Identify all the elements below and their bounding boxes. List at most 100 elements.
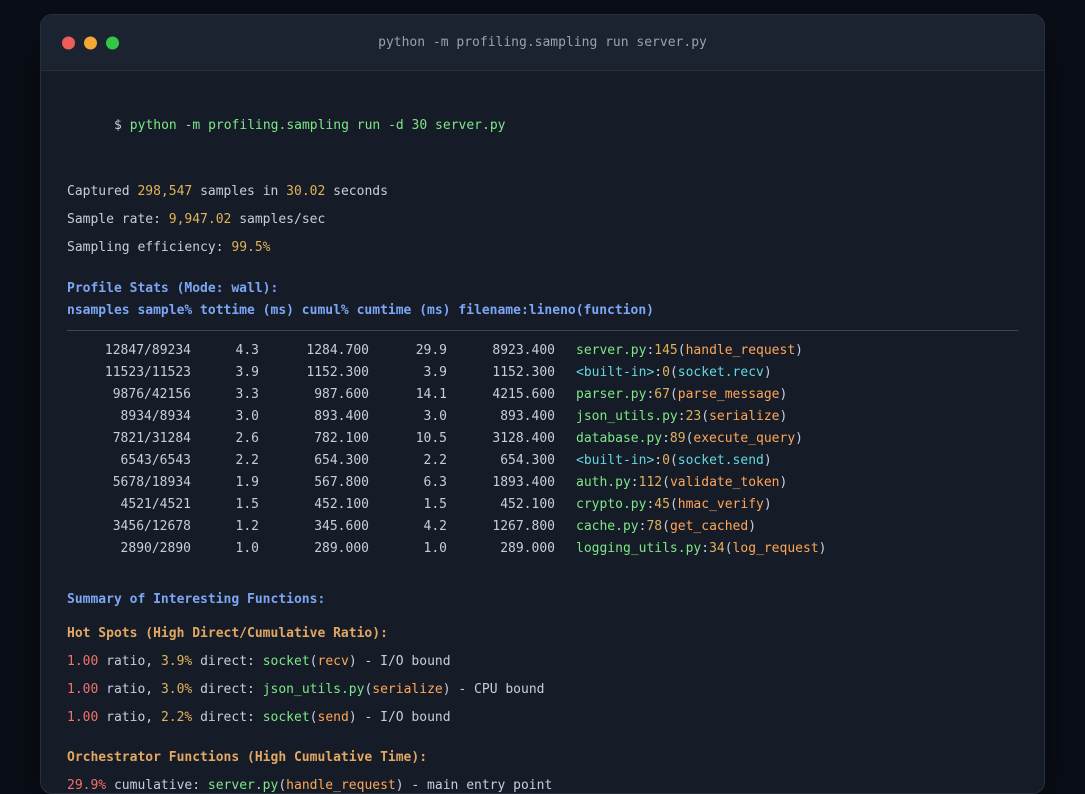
text-segment: send xyxy=(317,710,349,725)
cell-tottime: 1284.700 xyxy=(306,343,369,358)
cell-location: database.py:89(execute_query) xyxy=(576,431,803,446)
stats-divider xyxy=(67,330,1018,331)
close-button[interactable] xyxy=(62,36,75,49)
cell-tottime: 987.600 xyxy=(314,387,369,402)
text-segment: ( xyxy=(309,710,318,725)
text-segment: ( xyxy=(309,654,318,669)
cell-cumtime: 289.000 xyxy=(500,541,555,556)
text-segment: samples in xyxy=(192,184,287,199)
hot-spots-title: Hot Spots (High Direct/Cumulative Ratio)… xyxy=(67,626,388,641)
table-row: 8934/8934 3.0 893.400 3.0 893.400 json_u… xyxy=(67,406,1018,428)
cell-tottime: 345.600 xyxy=(314,519,369,534)
location-function: log_request xyxy=(732,541,819,556)
text-segment: 2.2% xyxy=(160,710,193,725)
cell-cumul-pct: 6.3 xyxy=(423,475,447,490)
text-segment: serialize xyxy=(372,682,443,697)
minimize-button[interactable] xyxy=(84,36,97,49)
cell-cumul-pct: 1.0 xyxy=(423,541,447,556)
text-segment: 1.00 xyxy=(67,682,99,697)
cell-sample-pct: 3.3 xyxy=(235,387,259,402)
location-file: crypto.py xyxy=(576,497,647,512)
cell-tottime: 654.300 xyxy=(314,453,369,468)
stats-section-title: Profile Stats (Mode: wall): xyxy=(67,281,279,296)
text-segment: ) - CPU bound xyxy=(442,682,545,697)
text-segment: ratio, xyxy=(98,654,161,669)
location-function: serialize xyxy=(709,409,780,424)
text-segment: socket xyxy=(262,654,310,669)
location-lineno: 67 xyxy=(654,387,670,402)
command-line: $ python -m profiling.sampling run -d 30 … xyxy=(67,84,1018,168)
text-segment: 3.0% xyxy=(160,682,193,697)
location-lineno: 89 xyxy=(669,431,686,446)
cell-cumtime: 654.300 xyxy=(500,453,555,468)
text-segment: 3.9% xyxy=(160,654,193,669)
cell-sample-pct: 4.3 xyxy=(235,343,259,358)
cell-location: <built-in>:0(socket.send) xyxy=(576,453,772,468)
orchestrators-title: Orchestrator Functions (High Cumulative … xyxy=(67,750,428,765)
terminal-body[interactable]: $ python -m profiling.sampling run -d 30 … xyxy=(41,71,1044,793)
info-line: Sampling efficiency: 99.5% xyxy=(67,234,1018,262)
orchestrator-line: 29.9% cumulative: server.py(handle_reque… xyxy=(67,772,1018,793)
hot-spot-line: 1.00 ratio, 3.0% direct: json_utils.py(s… xyxy=(67,676,1018,704)
text-segment: 30.02 xyxy=(286,184,326,199)
cell-cumtime: 1152.300 xyxy=(492,365,555,380)
cell-cumtime: 1893.400 xyxy=(492,475,555,490)
location-function: execute_query xyxy=(693,431,796,446)
cell-sample-pct: 1.9 xyxy=(235,475,259,490)
cell-location: <built-in>:0(socket.recv) xyxy=(576,365,772,380)
cell-cumul-pct: 14.1 xyxy=(415,387,447,402)
cell-sample-pct: 2.6 xyxy=(235,431,259,446)
cell-cumtime: 8923.400 xyxy=(492,343,555,358)
location-file: cache.py xyxy=(576,519,639,534)
text-segment: 9,947.02 xyxy=(168,212,232,227)
cell-nsamples: 9876/42156 xyxy=(112,387,191,402)
cell-tottime: 452.100 xyxy=(314,497,369,512)
text-segment: 1.00 xyxy=(67,654,99,669)
cell-nsamples: 12847/89234 xyxy=(104,343,191,358)
cell-location: logging_utils.py:34(log_request) xyxy=(576,541,827,556)
text-segment: Captured xyxy=(67,184,138,199)
text-segment: Sample rate: xyxy=(67,212,169,227)
table-row: 9876/42156 3.3 987.600 14.1 4215.600 par… xyxy=(67,384,1018,406)
capture-info: Captured 298,547 samples in 30.02 second… xyxy=(67,178,1018,262)
cell-sample-pct: 3.9 xyxy=(235,365,259,380)
text-segment: socket xyxy=(262,710,310,725)
location-lineno: 45 xyxy=(654,497,670,512)
stats-columns-header: nsamples sample% tottime (ms) cumul% cum… xyxy=(67,303,654,318)
text-segment: recv xyxy=(317,654,349,669)
cell-tottime: 1152.300 xyxy=(306,365,369,380)
location-file: <built-in> xyxy=(576,453,655,468)
table-row: 7821/31284 2.6 782.100 10.5 3128.400 dat… xyxy=(67,428,1018,450)
cell-location: server.py:145(handle_request) xyxy=(576,343,803,358)
text-segment: direct: xyxy=(192,710,263,725)
cell-cumtime: 452.100 xyxy=(500,497,555,512)
cell-location: cache.py:78(get_cached) xyxy=(576,519,757,534)
cell-location: crypto.py:45(hmac_verify) xyxy=(576,497,772,512)
orchestrators-list: 29.9% cumulative: server.py(handle_reque… xyxy=(67,772,1018,793)
location-file: database.py xyxy=(576,431,663,446)
info-line: Captured 298,547 samples in 30.02 second… xyxy=(67,178,1018,206)
text-segment: 1.00 xyxy=(67,710,99,725)
text-segment: 29.9% xyxy=(67,778,107,793)
cell-nsamples: 11523/11523 xyxy=(104,365,191,380)
text-segment: ( xyxy=(278,778,287,793)
window-title: python -m profiling.sampling run server.… xyxy=(378,35,707,50)
cell-sample-pct: 3.0 xyxy=(235,409,259,424)
text-segment: json_utils.py xyxy=(262,682,365,697)
cell-nsamples: 7821/31284 xyxy=(112,431,191,446)
text-segment: server.py xyxy=(207,778,279,793)
stats-table-body: 12847/89234 4.3 1284.700 29.9 8923.400 s… xyxy=(67,340,1018,560)
title-bar: python -m profiling.sampling run server.… xyxy=(41,15,1044,71)
table-row: 6543/6543 2.2 654.300 2.2 654.300 <built… xyxy=(67,450,1018,472)
cell-cumul-pct: 3.9 xyxy=(423,365,447,380)
location-function: socket.recv xyxy=(677,365,764,380)
cell-nsamples: 3456/12678 xyxy=(112,519,191,534)
text-segment: ) - I/O bound xyxy=(348,710,451,725)
traffic-lights xyxy=(62,36,119,49)
maximize-button[interactable] xyxy=(106,36,119,49)
cell-tottime: 893.400 xyxy=(314,409,369,424)
cell-tottime: 289.000 xyxy=(314,541,369,556)
cell-nsamples: 8934/8934 xyxy=(120,409,191,424)
cell-cumul-pct: 4.2 xyxy=(423,519,447,534)
hot-spot-line: 1.00 ratio, 3.9% direct: socket(recv) - … xyxy=(67,648,1018,676)
